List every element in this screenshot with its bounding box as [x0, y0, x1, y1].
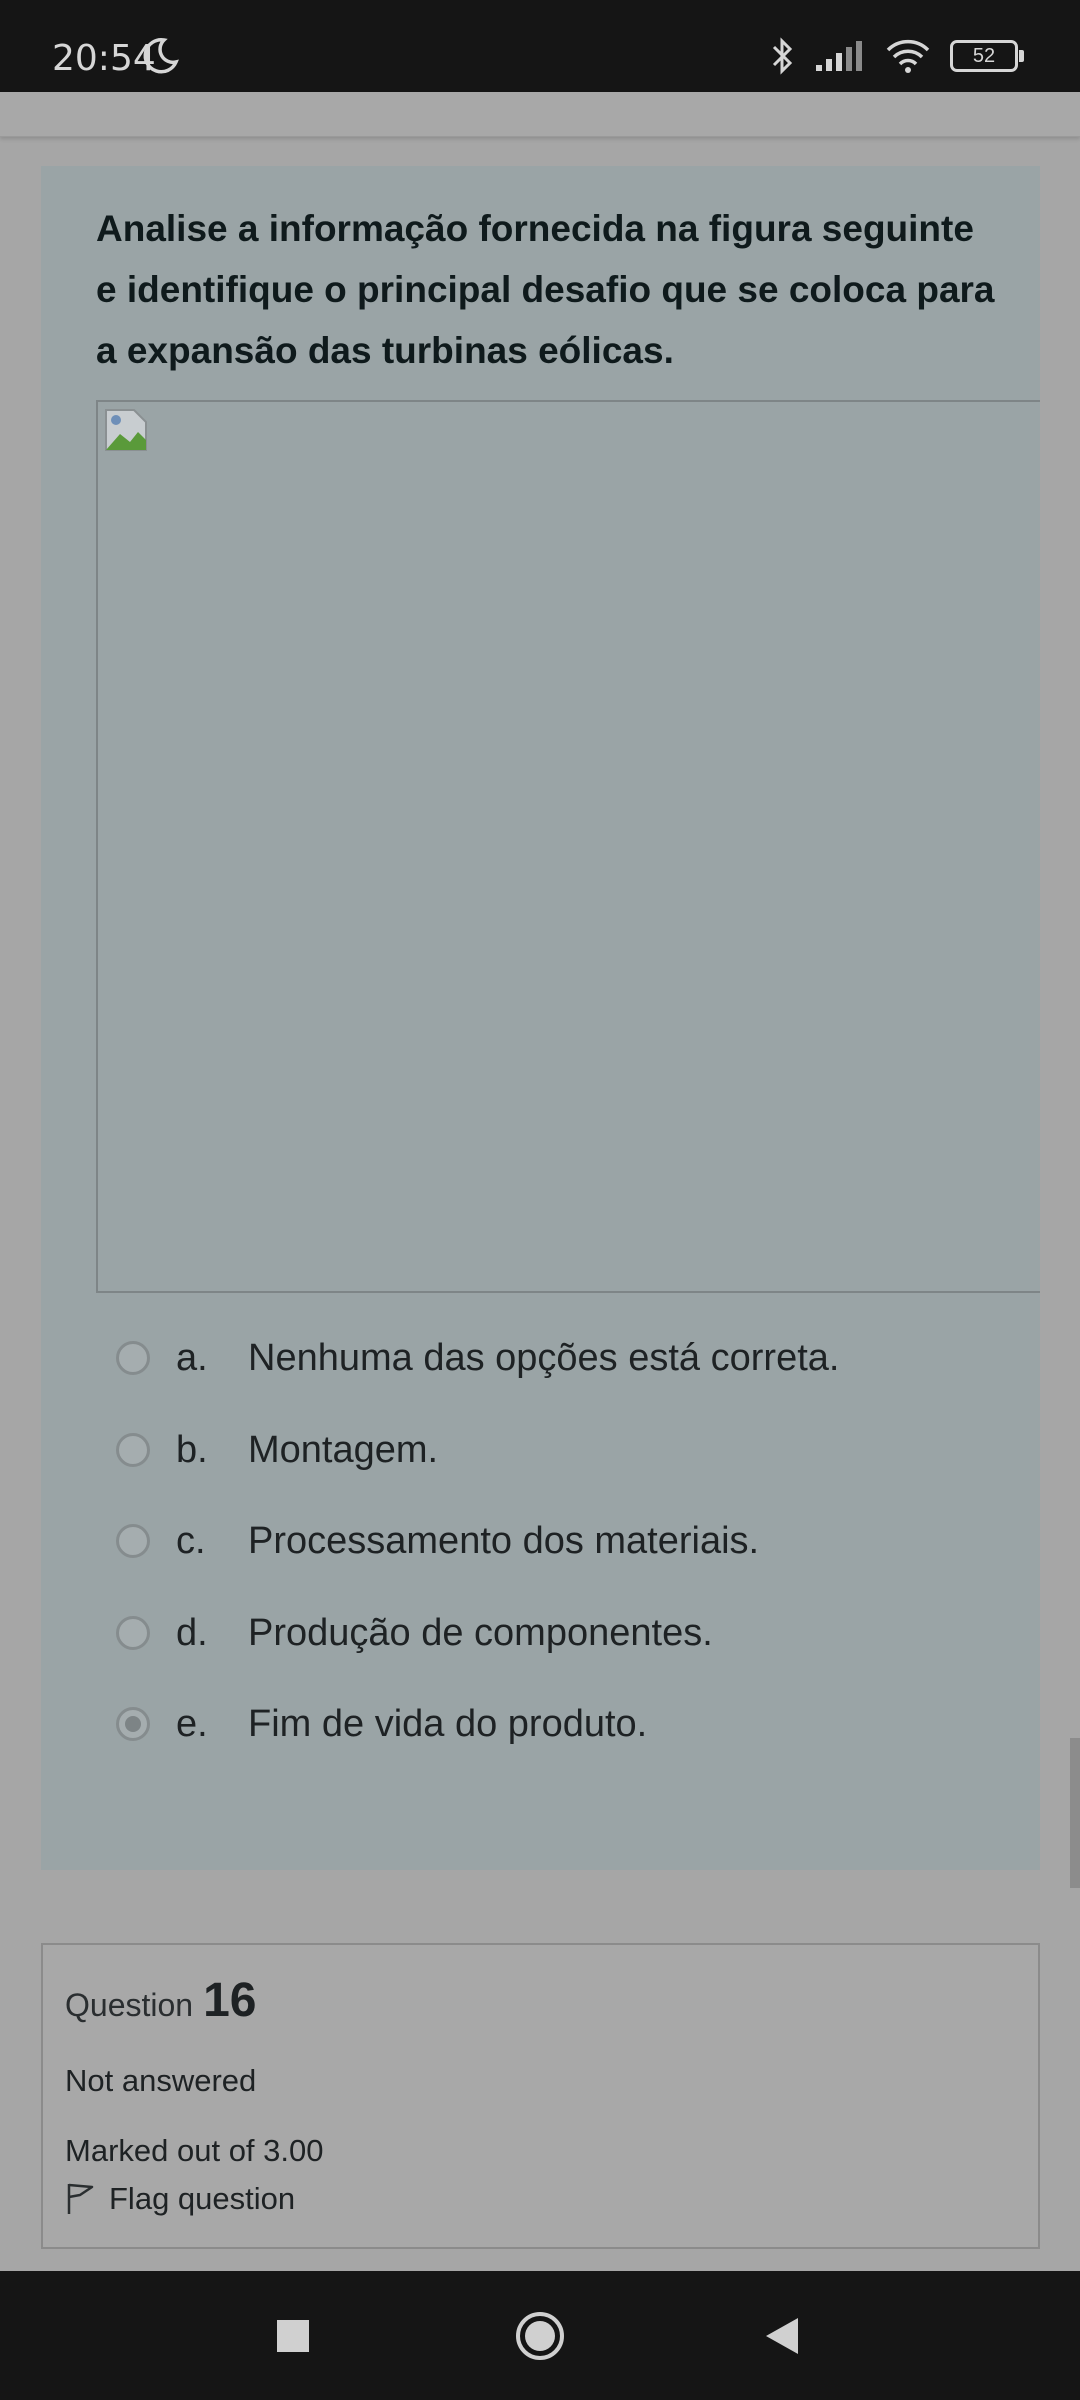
- flag-icon: [67, 2183, 94, 2214]
- question-number-line: Question 16: [65, 1973, 256, 2028]
- option-letter: b.: [176, 1428, 208, 1471]
- square-icon: [277, 2319, 309, 2352]
- option-letter: a.: [176, 1336, 208, 1379]
- answer-option-d[interactable]: d. Produção de componentes.: [116, 1603, 996, 1663]
- question-number: 16: [203, 1974, 257, 2027]
- question-label: Question: [65, 1987, 194, 2023]
- option-text: Processamento dos materiais.: [248, 1519, 760, 1562]
- status-bar: 20:54 52: [0, 0, 1080, 92]
- answer-option-e[interactable]: e. Fim de vida do produto.: [116, 1694, 996, 1754]
- system-nav-bar: [0, 2271, 1080, 2400]
- question-marks: Marked out of 3.00: [65, 2133, 324, 2168]
- signal-icon: [816, 41, 862, 71]
- status-icons: 52: [770, 36, 1024, 76]
- option-letter: c.: [176, 1519, 206, 1562]
- question-info-card: Question 16 Not answered Marked out of 3…: [41, 1943, 1040, 2249]
- option-letter: e.: [176, 1702, 208, 1745]
- recents-button[interactable]: [260, 2271, 326, 2400]
- radio-button[interactable]: [116, 1341, 150, 1375]
- circle-icon: [516, 2311, 564, 2360]
- question-card: Analise a informação fornecida na figura…: [41, 166, 1040, 1870]
- flag-question-label: Flag question: [109, 2181, 296, 2216]
- home-button[interactable]: [505, 2271, 575, 2400]
- answer-option-a[interactable]: a. Nenhuma das opções está correta.: [116, 1328, 996, 1388]
- radio-button[interactable]: [116, 1616, 150, 1650]
- back-button[interactable]: [752, 2271, 812, 2400]
- bluetooth-icon: [772, 37, 793, 75]
- flag-question-link[interactable]: Flag question: [65, 2181, 295, 2217]
- option-text: Nenhuma das opções está correta.: [248, 1336, 840, 1379]
- radio-button[interactable]: [116, 1524, 150, 1558]
- scrollbar-thumb[interactable]: [1070, 1738, 1080, 1888]
- radio-button[interactable]: [116, 1433, 150, 1467]
- answer-option-b[interactable]: b. Montagem.: [116, 1420, 996, 1480]
- question-figure: [96, 400, 1040, 1293]
- moon-icon: [143, 38, 179, 74]
- radio-button-selected[interactable]: [116, 1707, 150, 1741]
- option-text: Produção de componentes.: [248, 1611, 713, 1654]
- page-header-strip: [0, 92, 1080, 137]
- battery-icon: 52: [950, 40, 1024, 72]
- option-text: Montagem.: [248, 1428, 439, 1471]
- wifi-icon: [886, 39, 930, 73]
- answer-status: Not answered: [65, 2063, 257, 2098]
- option-text: Fim de vida do produto.: [248, 1702, 648, 1745]
- question-text: Analise a informação fornecida na figura…: [96, 208, 995, 371]
- battery-level: 52: [972, 44, 996, 67]
- broken-image-icon: [105, 409, 147, 451]
- answer-option-c[interactable]: c. Processamento dos materiais.: [116, 1511, 996, 1571]
- triangle-back-icon: [766, 2317, 798, 2354]
- option-letter: d.: [176, 1611, 208, 1654]
